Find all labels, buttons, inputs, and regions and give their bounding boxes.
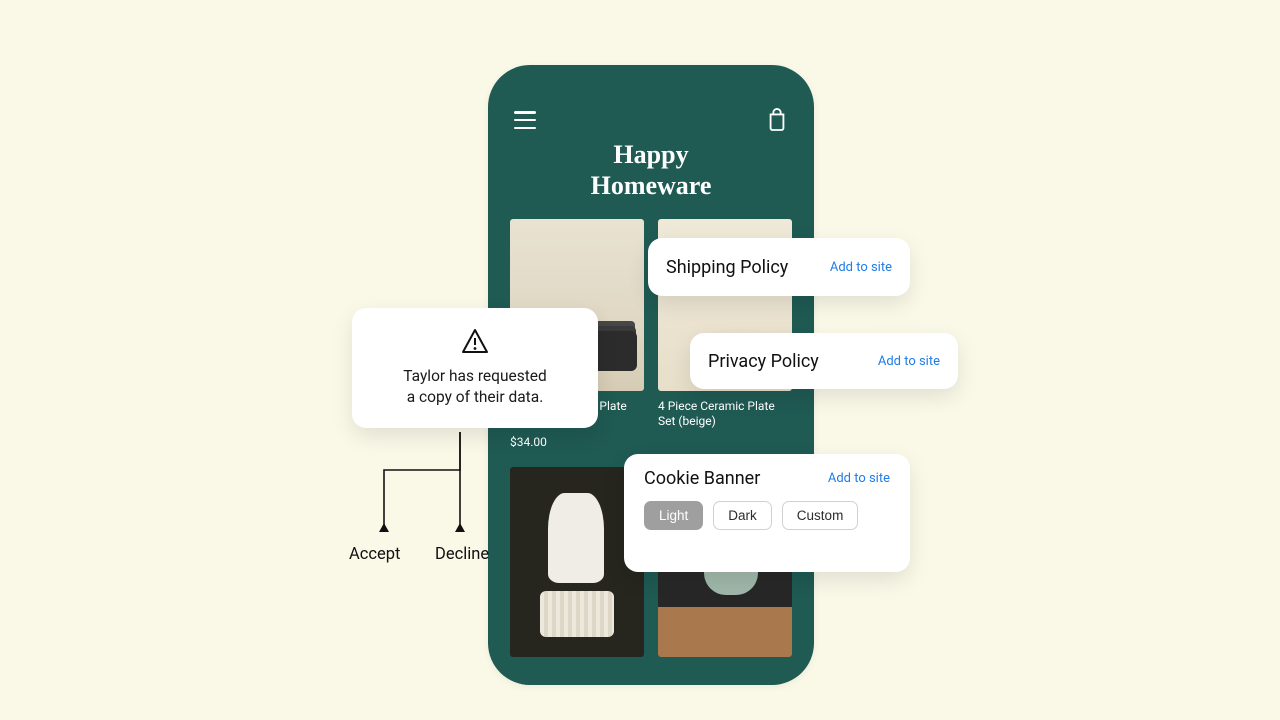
cookie-option-custom[interactable]: Custom (782, 501, 859, 530)
cookie-option-light[interactable]: Light (644, 501, 703, 530)
shipping-policy-card: Shipping Policy Add to site (648, 238, 910, 296)
brand-line-1: Happy (488, 139, 814, 170)
shopping-bag-icon[interactable] (766, 107, 788, 131)
hamburger-menu-icon[interactable] (514, 111, 536, 129)
product-title: 4 Piece Ceramic Plate Set (beige) (658, 399, 792, 429)
card-title: Privacy Policy (708, 351, 819, 372)
phone-header (488, 65, 814, 133)
brand-line-2: Homeware (488, 170, 814, 201)
card-title: Cookie Banner (644, 468, 760, 489)
store-brand: Happy Homeware (488, 139, 814, 201)
cookie-option-dark[interactable]: Dark (713, 501, 772, 530)
add-to-site-link[interactable]: Add to site (878, 354, 940, 369)
data-request-card: Taylor has requested a copy of their dat… (352, 308, 598, 428)
add-to-site-link[interactable]: Add to site (828, 471, 890, 486)
add-to-site-link[interactable]: Add to site (830, 260, 892, 275)
data-request-text: Taylor has requested a copy of their dat… (403, 366, 547, 408)
warning-icon (461, 328, 489, 358)
cookie-theme-options: Light Dark Custom (644, 501, 890, 530)
data-request-line-1: Taylor has requested (403, 366, 547, 387)
decline-choice[interactable]: Decline (435, 545, 489, 564)
accept-choice[interactable]: Accept (349, 545, 400, 564)
decision-arrows (378, 428, 550, 556)
data-request-line-2: a copy of their data. (403, 387, 547, 408)
privacy-policy-card: Privacy Policy Add to site (690, 333, 958, 389)
card-title: Shipping Policy (666, 257, 788, 278)
cookie-banner-card: Cookie Banner Add to site Light Dark Cus… (624, 454, 910, 572)
